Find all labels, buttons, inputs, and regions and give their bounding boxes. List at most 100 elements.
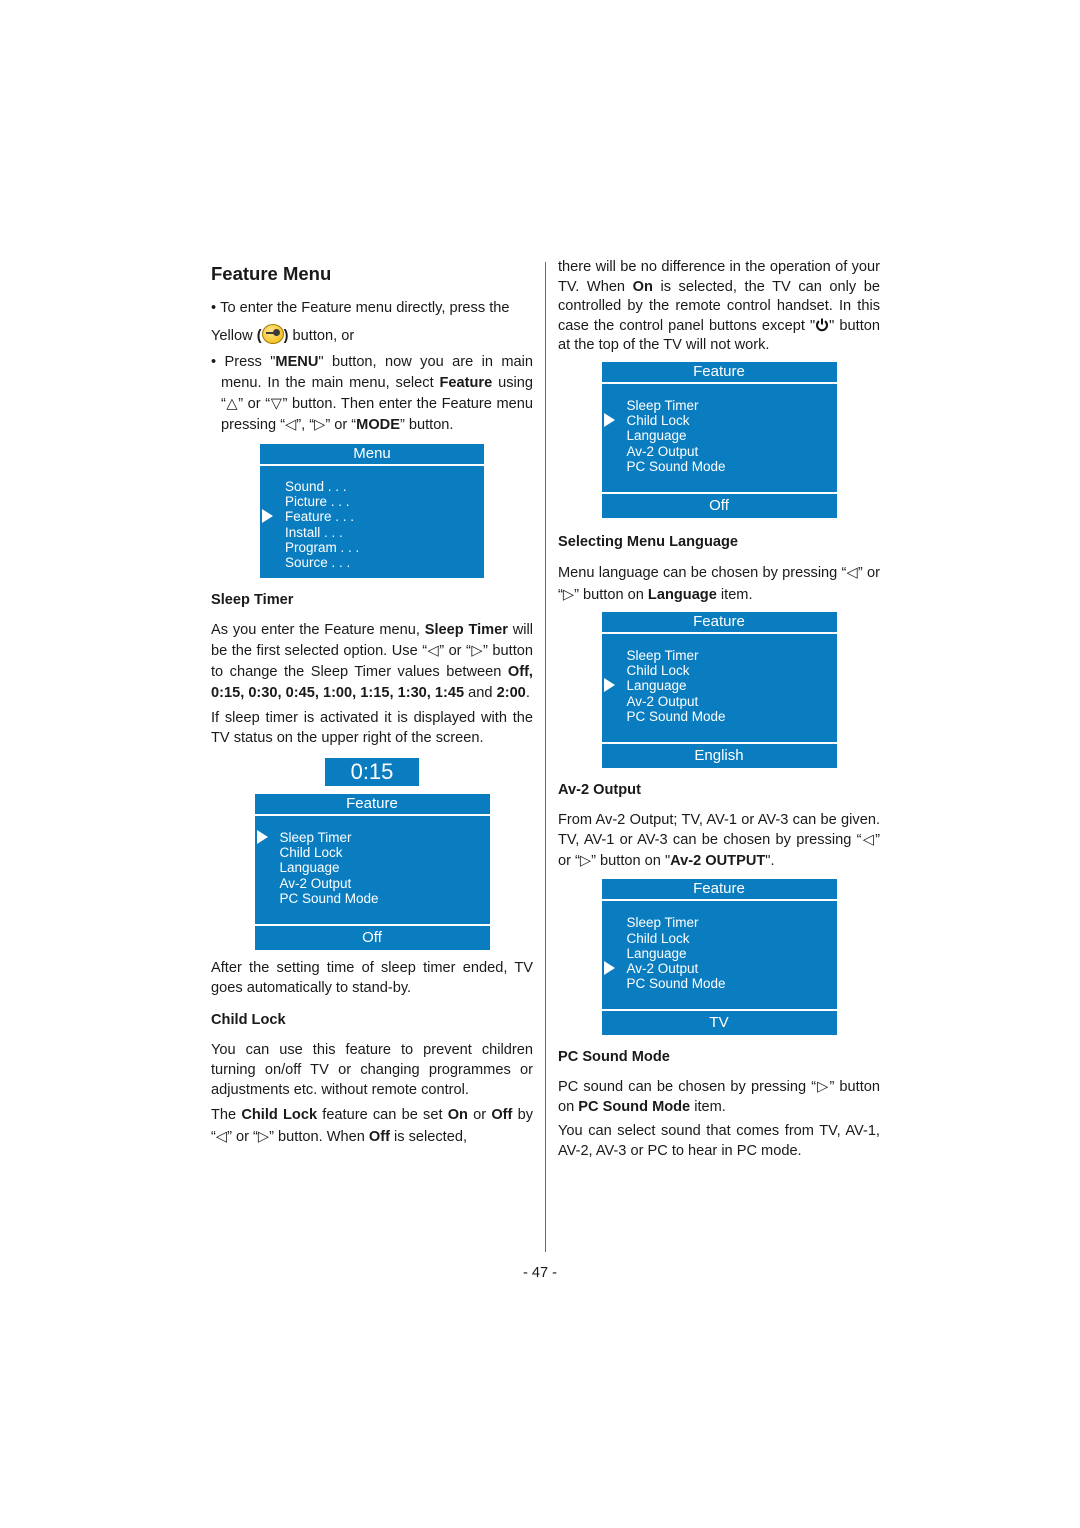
key-icon: [261, 324, 284, 344]
menu-item: Sound . . .: [260, 479, 484, 494]
menu-item-label: Source . . .: [285, 555, 351, 571]
feature-menu-item: Child Lock: [602, 413, 837, 428]
child-lock-p1: You can use this feature to prevent chil…: [211, 1042, 533, 1098]
text: .: [525, 685, 530, 701]
timer-display: 0:15: [325, 758, 419, 786]
feature-menu-item-label: Child Lock: [626, 663, 690, 679]
feature-menu-item-label: PC Sound Mode: [279, 890, 379, 906]
osd-title: Feature: [346, 795, 398, 812]
child-lock-heading: Child Lock: [211, 1012, 286, 1028]
right-column: there will be no difference in the opera…: [558, 258, 880, 1165]
feature-menu-item-label: Language: [626, 428, 687, 444]
feature-menu-item: PC Sound Mode: [602, 709, 837, 724]
osd-value: English: [694, 746, 744, 764]
feature-menu-item: Av-2 Output: [602, 694, 837, 709]
text: or: [467, 1107, 492, 1123]
menu-item: Feature . . .: [260, 509, 484, 524]
feature-keyword: Feature: [439, 375, 493, 391]
text: The: [211, 1107, 242, 1123]
feature-osd-av2-output: Feature Sleep Timer Child Lock Language Av-2…: [601, 879, 837, 1036]
feature-menu-item-label: Child Lock: [626, 413, 690, 429]
feature-menu-item: Av-2 Output: [602, 444, 837, 459]
child-lock-p2-cont: there will be no difference in the opera…: [558, 258, 880, 356]
intro-text-2: button, or: [292, 328, 355, 344]
intro-bullet-1: • To enter the Feature menu directly, pr…: [211, 300, 510, 344]
power-icon: [816, 318, 829, 331]
menu-item: Install . . .: [260, 525, 484, 540]
av2-p1: From Av-2 Output; TV, AV-1 or AV-3 can b…: [558, 810, 880, 872]
intro-text: To enter the Feature menu directly, pres…: [220, 300, 510, 316]
menu-item-label: Picture . . .: [285, 494, 350, 510]
feature-menu-item: Sleep Timer: [602, 398, 837, 413]
osd-title: Feature: [693, 612, 745, 630]
feature-osd-child-lock: Feature Sleep Timer Child Lock Language Av-2…: [601, 361, 837, 518]
feature-menu-item: Language: [602, 428, 837, 443]
feature-menu-item-label: Child Lock: [279, 845, 343, 861]
text: and: [464, 685, 497, 701]
text: Sleep Timer: [424, 622, 508, 638]
feature-menu-item: PC Sound Mode: [602, 459, 837, 474]
menu-item-label: Feature . . .: [285, 509, 355, 525]
feature-menu-item-label: Sleep Timer: [626, 397, 699, 413]
feature-menu-item: PC Sound Mode: [602, 976, 837, 991]
sleep-timer-heading: Sleep Timer: [211, 592, 294, 608]
osd-value: Off: [362, 929, 382, 946]
selection-arrow-icon: [603, 678, 615, 693]
child-lock-p2-start: The Child Lock feature can be set On or …: [211, 1104, 533, 1148]
yellow-label: Yellow: [211, 328, 253, 344]
feature-menu-item: Language: [255, 860, 490, 875]
text: Child Lock: [241, 1107, 318, 1123]
left-column: Feature Menu • To enter the Feature menu…: [211, 258, 533, 1152]
text: On: [447, 1107, 468, 1123]
text: PC Sound Mode: [578, 1099, 691, 1116]
text: 2:00: [496, 685, 526, 701]
feature-menu-item: PC Sound Mode: [255, 891, 490, 906]
text: Off: [491, 1107, 513, 1123]
menu-item-label: Sound . . .: [285, 479, 347, 494]
feature-menu-item: Language: [602, 678, 837, 693]
feature-menu-item-label: Language: [626, 678, 687, 694]
feature-menu-item: Sleep Timer: [602, 648, 837, 663]
text: ".: [765, 852, 775, 869]
text: Off: [368, 1129, 390, 1145]
column-divider: [545, 262, 546, 1252]
menu-item-label: Install . . .: [285, 524, 343, 540]
feature-menu-item: Language: [602, 946, 837, 961]
feature-menu-item-label: Av-2 Output: [626, 961, 699, 977]
feature-menu-item-label: PC Sound Mode: [626, 976, 726, 992]
feature-menu-item-label: Av-2 Output: [279, 875, 352, 891]
feature-menu-item-label: Av-2 Output: [626, 693, 699, 709]
selection-arrow-icon: [262, 509, 273, 524]
sleep-timer-p2: If sleep timer is activated it is displa…: [211, 710, 533, 746]
selection-arrow-icon: [603, 961, 615, 976]
page-number: - 47 -: [522, 1265, 558, 1281]
feature-menu-item-label: Sleep Timer: [626, 915, 699, 931]
menu-item: Source . . .: [260, 555, 484, 570]
main-menu-osd: Menu Sound . . . Picture . . . Feature . .…: [260, 444, 484, 578]
osd-value: Off: [709, 496, 729, 514]
text: As you enter the Feature menu,: [211, 622, 425, 638]
text: Language: [647, 586, 717, 603]
mode-keyword: MODE: [356, 417, 400, 433]
pc-sound-p2: You can select sound that comes from TV,…: [558, 1123, 880, 1160]
language-heading: Selecting Menu Language: [558, 533, 739, 550]
feature-menu-item-label: Av-2 Output: [626, 443, 699, 459]
text: On: [632, 278, 653, 295]
feature-menu-item-label: Sleep Timer: [626, 647, 699, 663]
intro-bullet-2: • Press "MENU" button, now you are in ma…: [211, 354, 533, 433]
feature-menu-item: Sleep Timer: [255, 830, 490, 845]
pc-sound-p1: PC sound can be chosen by pressing “▷” b…: [558, 1077, 880, 1117]
pc-sound-heading: PC Sound Mode: [558, 1049, 670, 1066]
text: Av-2 OUTPUT: [670, 852, 766, 869]
text: item.: [690, 1099, 726, 1116]
osd-title: Feature: [693, 880, 745, 898]
feature-menu-item: Child Lock: [602, 931, 837, 946]
page-title: Feature Menu: [211, 263, 332, 284]
text: is selected,: [389, 1129, 468, 1145]
sleep-timer-p3: After the setting time of sleep timer en…: [211, 960, 533, 996]
language-p1: Menu language can be chosen by pressing …: [558, 562, 880, 606]
av2-heading: Av-2 Output: [558, 781, 641, 798]
menu-item: Picture . . .: [260, 494, 484, 509]
osd-title: Feature: [693, 362, 745, 380]
feature-menu-item: Av-2 Output: [602, 961, 837, 976]
